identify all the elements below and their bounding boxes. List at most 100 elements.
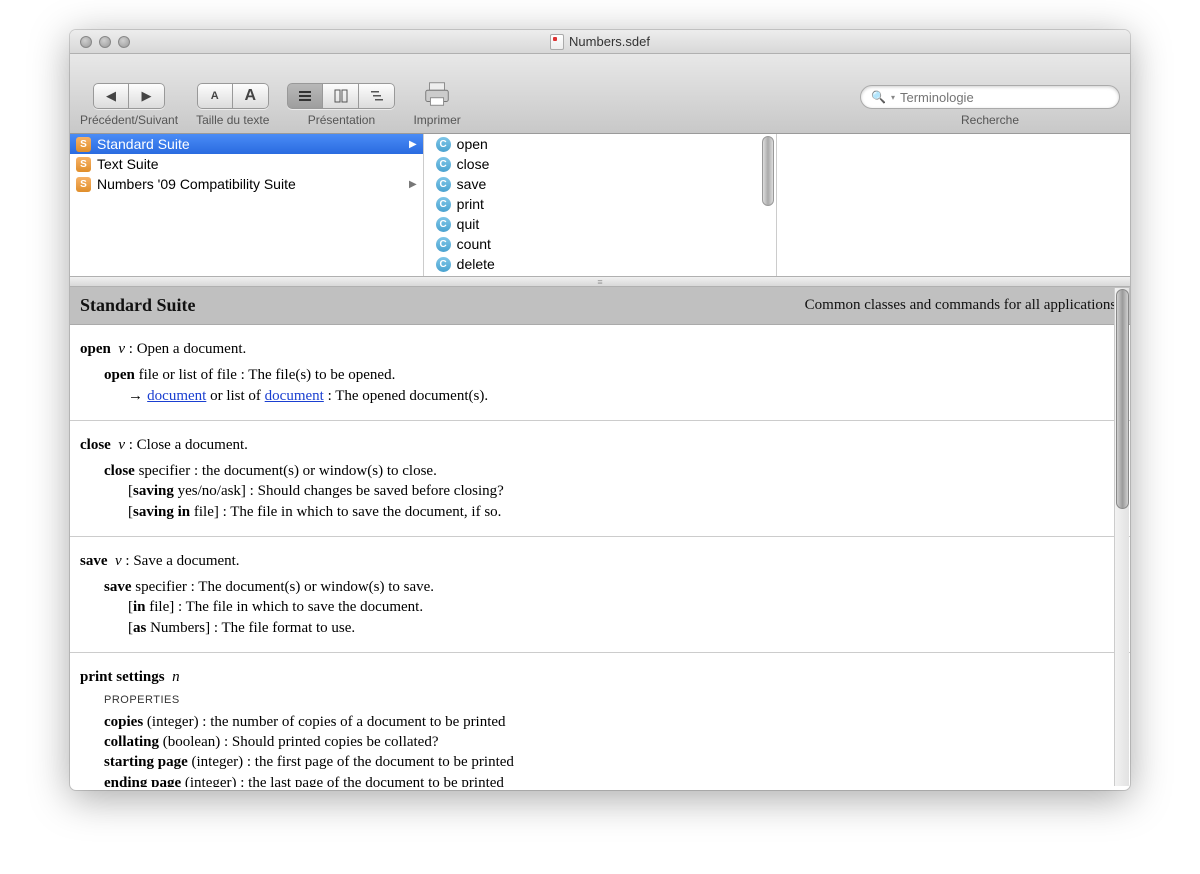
- columns-view-icon: [334, 89, 348, 103]
- split-divider[interactable]: ≡: [70, 277, 1130, 287]
- detail-subtitle: Common classes and commands for all appl…: [805, 297, 1120, 314]
- text-larger-button[interactable]: A: [233, 83, 269, 109]
- ps-r4b: (integer) : the last page of the documen…: [181, 775, 504, 787]
- command-badge-icon: C: [436, 237, 451, 252]
- search-input[interactable]: [900, 90, 1109, 105]
- zoom-window-button[interactable]: [118, 36, 130, 48]
- window-title: Numbers.sdef: [569, 34, 650, 49]
- save-sig: save: [104, 579, 132, 595]
- search-icon: 🔍: [871, 90, 886, 104]
- detail-scrollbar-thumb[interactable]: [1116, 289, 1129, 509]
- detail-scrollbar[interactable]: [1114, 288, 1129, 786]
- open-desc: Open a document.: [137, 341, 247, 357]
- save-p1b: file] : The file in which to save the do…: [146, 599, 424, 615]
- printer-icon: [422, 79, 452, 109]
- scrollbar-thumb[interactable]: [762, 136, 774, 206]
- ps-name: print settings: [80, 669, 165, 685]
- ps-r4a: ending page: [104, 775, 181, 787]
- search-menu-icon: ▾: [891, 93, 895, 102]
- command-badge-icon: C: [436, 157, 451, 172]
- empty-column: [777, 134, 1130, 276]
- ps-r3b: (integer) : the first page of the docume…: [188, 754, 514, 770]
- open-ret-mid: or list of: [206, 388, 264, 404]
- chevron-right-icon: ▶: [409, 139, 417, 150]
- entry-close: close v : Close a document. close specif…: [70, 421, 1130, 537]
- open-sig: open: [104, 367, 135, 383]
- command-badge-icon: C: [436, 197, 451, 212]
- suite-item[interactable]: SNumbers '09 Compatibility Suite▶: [70, 174, 423, 194]
- command-item-label: save: [457, 176, 487, 192]
- save-kind: v: [115, 553, 122, 569]
- close-p2a: saving in: [133, 504, 190, 520]
- command-item[interactable]: Cquit: [430, 214, 777, 234]
- open-kind: v: [118, 341, 125, 357]
- ps-r1b: (integer) : the number of copies of a do…: [143, 714, 505, 730]
- detail-pane: Standard Suite Common classes and comman…: [70, 287, 1130, 787]
- outline-view-icon: [370, 89, 384, 103]
- suite-item-label: Numbers '09 Compatibility Suite: [97, 176, 296, 192]
- command-item[interactable]: Ccount: [430, 234, 777, 254]
- suite-item-label: Standard Suite: [97, 136, 190, 152]
- command-item-label: quit: [457, 216, 480, 232]
- list-view-icon: [298, 89, 312, 103]
- command-item[interactable]: Cdelete: [430, 254, 777, 274]
- view-list-button[interactable]: [287, 83, 323, 109]
- close-sig: close: [104, 463, 135, 479]
- column-browser: SStandard Suite▶SText SuiteSNumbers '09 …: [70, 134, 1130, 277]
- nav-label: Précédent/Suivant: [80, 113, 178, 127]
- text-smaller-button[interactable]: A: [197, 83, 233, 109]
- forward-button[interactable]: ▶: [129, 83, 165, 109]
- command-item[interactable]: Cprint: [430, 194, 777, 214]
- entry-save: save v : Save a document. save specifier…: [70, 537, 1130, 653]
- minimize-window-button[interactable]: [99, 36, 111, 48]
- save-p2a: as: [133, 620, 146, 636]
- command-item[interactable]: Csave: [430, 174, 777, 194]
- save-p1a: in: [133, 599, 146, 615]
- command-badge-icon: C: [436, 137, 451, 152]
- entry-open: open v : Open a document. open file or l…: [70, 325, 1130, 421]
- suite-badge-icon: S: [76, 157, 91, 172]
- search-field[interactable]: 🔍▾: [860, 85, 1120, 109]
- print-label: Imprimer: [413, 113, 460, 127]
- chevron-right-icon: ▶: [409, 179, 417, 190]
- open-ret-rest: : The opened document(s).: [324, 388, 488, 404]
- view-label: Présentation: [308, 113, 375, 127]
- print-button[interactable]: [419, 79, 455, 109]
- command-item[interactable]: Cclose: [430, 154, 777, 174]
- save-sig-rest: specifier : The document(s) or window(s)…: [132, 579, 435, 595]
- command-badge-icon: C: [436, 257, 451, 272]
- ps-r2a: collating: [104, 734, 159, 750]
- open-return-link-a[interactable]: document: [147, 388, 206, 404]
- close-p1b: yes/no/ask] : Should changes be saved be…: [174, 483, 504, 499]
- command-item-label: print: [457, 196, 484, 212]
- save-p2b: Numbers] : The file format to use.: [146, 620, 355, 636]
- entry-print-settings: print settings n PROPERTIES copies (inte…: [70, 653, 1130, 787]
- open-sig-rest: file or list of file : The file(s) to be…: [135, 367, 395, 383]
- close-window-button[interactable]: [80, 36, 92, 48]
- close-p1a: saving: [133, 483, 174, 499]
- suite-item-label: Text Suite: [97, 156, 158, 172]
- ps-r1a: copies: [104, 714, 143, 730]
- command-item-label: open: [457, 136, 488, 152]
- view-columns-button[interactable]: [323, 83, 359, 109]
- view-outline-button[interactable]: [359, 83, 395, 109]
- triangle-left-icon: ◀: [106, 88, 116, 104]
- close-kind: v: [118, 437, 125, 453]
- close-name: close: [80, 437, 111, 453]
- search-label: Recherche: [961, 113, 1019, 127]
- back-button[interactable]: ◀: [93, 83, 129, 109]
- suite-item[interactable]: S Text Suite: [70, 154, 423, 174]
- suites-column: SStandard Suite▶SText SuiteSNumbers '09 …: [70, 134, 424, 276]
- command-item[interactable]: Copen: [430, 134, 777, 154]
- suite-item[interactable]: SStandard Suite▶: [70, 134, 423, 154]
- close-p2b: file] : The file in which to save the do…: [190, 504, 501, 520]
- commands-column: CopenCcloseCsaveCprintCquitCcountCdelete: [424, 134, 778, 276]
- titlebar: Numbers.sdef: [70, 30, 1130, 54]
- ps-r2b: (boolean) : Should printed copies be col…: [159, 734, 439, 750]
- ps-kind: n: [172, 669, 180, 685]
- open-return-link-b[interactable]: document: [265, 388, 324, 404]
- command-item-label: count: [457, 236, 491, 252]
- close-desc: Close a document.: [137, 437, 248, 453]
- ps-r3a: starting page: [104, 754, 188, 770]
- close-sig-rest: specifier : the document(s) or window(s)…: [135, 463, 437, 479]
